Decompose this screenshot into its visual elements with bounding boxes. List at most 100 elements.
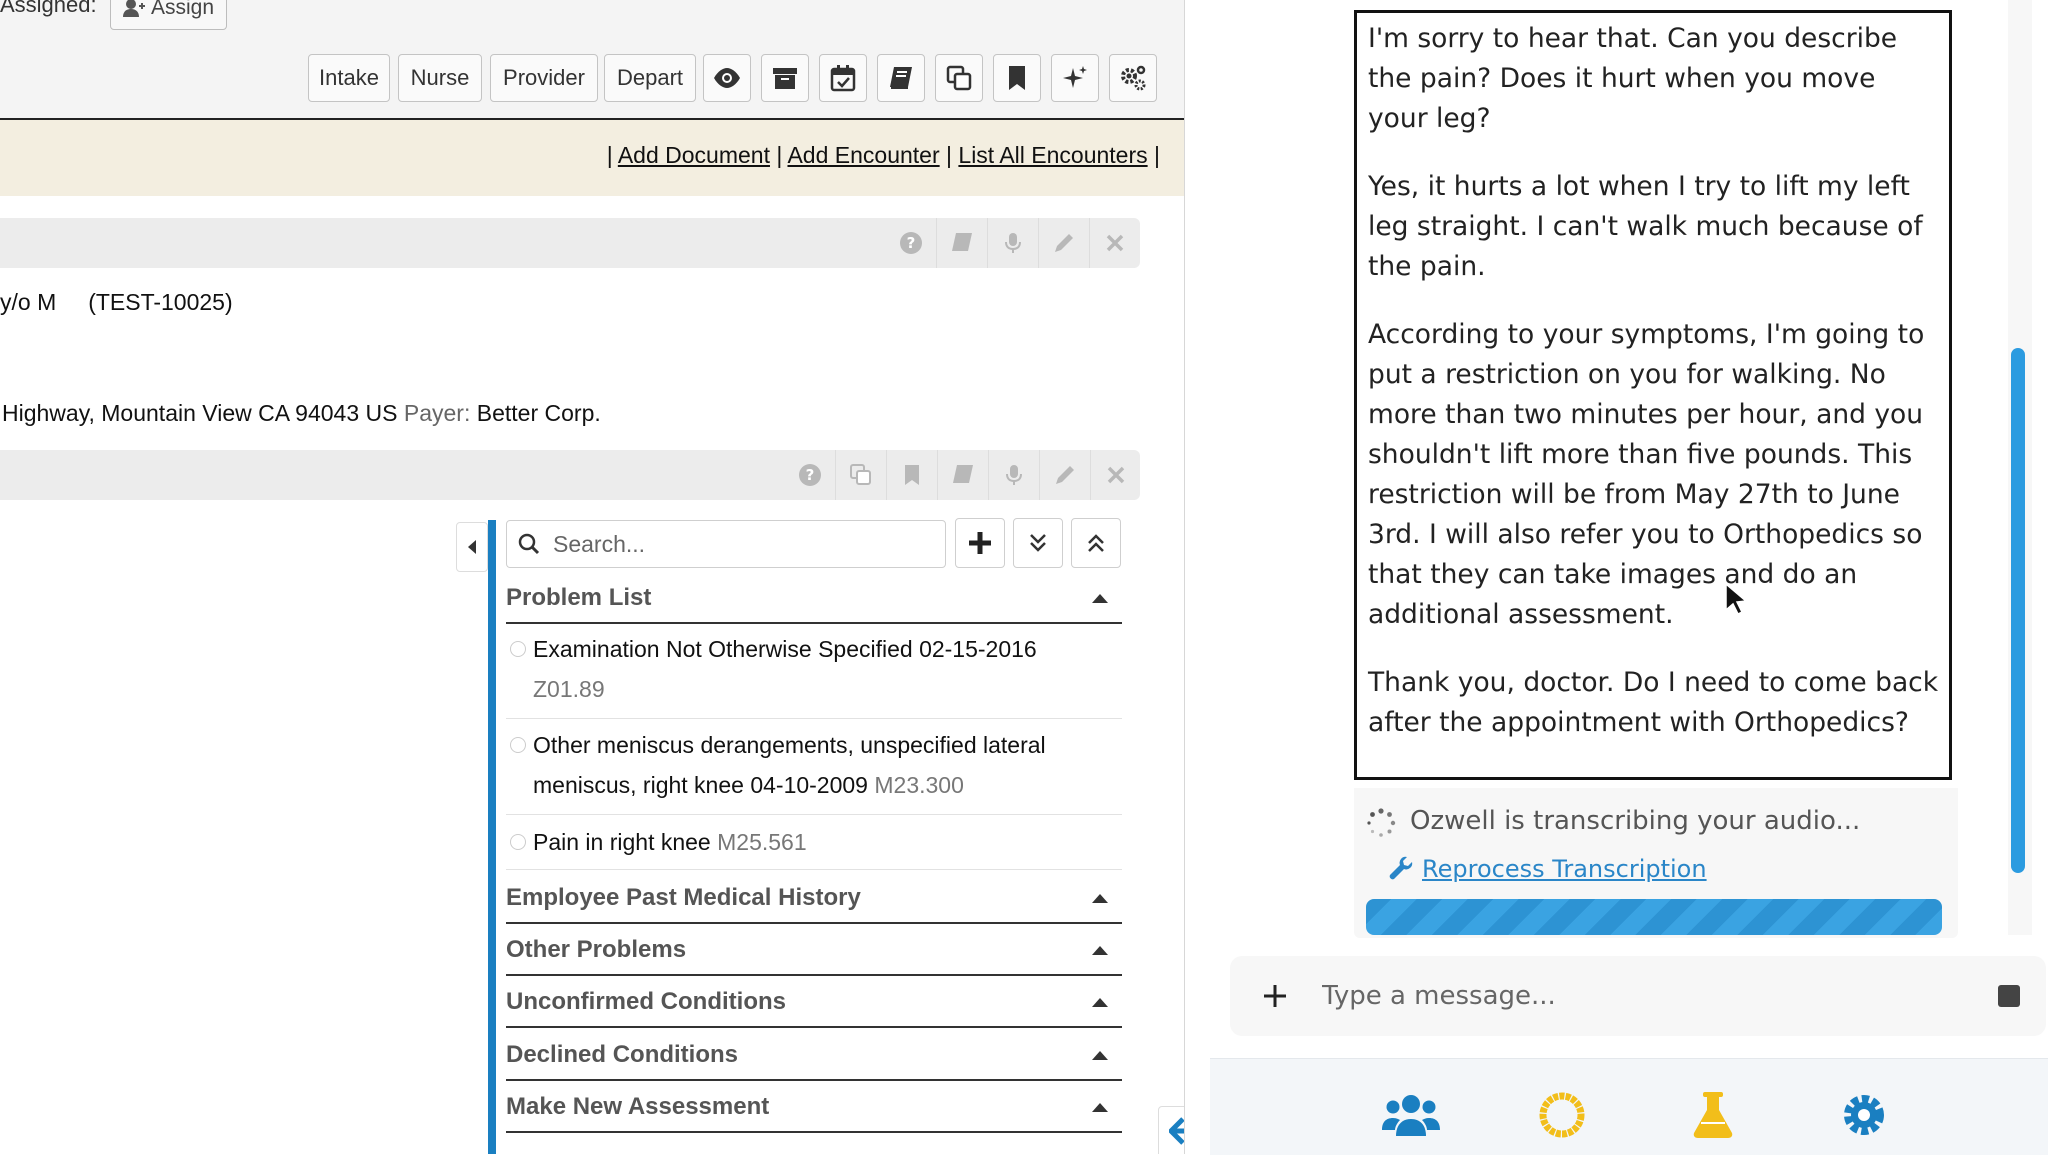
svg-text:?: ? xyxy=(806,466,815,484)
expand-all-button[interactable] xyxy=(1013,518,1063,568)
add-user-icon xyxy=(123,0,145,17)
transcript-line: Yes xyxy=(1368,771,1939,777)
problem-code: Z01.89 xyxy=(533,676,605,702)
settings-button[interactable] xyxy=(1109,54,1157,102)
caret-up-icon xyxy=(1092,1102,1108,1112)
bookmark-button[interactable] xyxy=(993,54,1041,102)
cogs-icon xyxy=(1121,65,1146,91)
intake-button[interactable]: Intake xyxy=(308,54,390,102)
collapse-panel-button[interactable] xyxy=(456,522,488,572)
microphone-icon xyxy=(1005,233,1021,253)
book-button[interactable] xyxy=(938,450,988,500)
problem-list-header[interactable]: Problem List xyxy=(506,574,1122,624)
bookmark-icon xyxy=(905,465,919,485)
panel-accent-bar xyxy=(488,520,496,1154)
book-icon xyxy=(952,233,972,251)
nav-settings-button[interactable] xyxy=(1834,1088,1894,1142)
spinner-icon xyxy=(1367,808,1396,837)
flask-icon xyxy=(1693,1092,1733,1138)
people-icon xyxy=(1382,1095,1440,1136)
provider-button[interactable]: Provider xyxy=(490,54,598,102)
book-icon xyxy=(953,465,973,483)
wrench-icon xyxy=(1389,856,1413,880)
problem-name-cont: meniscus, right knee 04-10-2009 xyxy=(533,772,868,798)
section-title: Declined Conditions xyxy=(506,1041,739,1068)
section-make-new-assessment[interactable]: Make New Assessment xyxy=(506,1083,1122,1133)
bottom-nav xyxy=(1210,1058,2048,1155)
ring-icon xyxy=(1539,1092,1585,1138)
book-button[interactable] xyxy=(937,218,987,268)
list-all-encounters-link[interactable]: List All Encounters xyxy=(958,142,1147,168)
reprocess-transcription: Reprocess Transcription xyxy=(1388,855,1707,883)
gear-icon xyxy=(1844,1095,1884,1135)
section-title: Unconfirmed Conditions xyxy=(506,988,786,1015)
patient-address: Highway, Mountain View CA 94043 US xyxy=(2,400,398,426)
reprocess-transcription-link[interactable]: Reprocess Transcription xyxy=(1422,855,1707,883)
demographics-tools: ? xyxy=(886,218,1140,268)
caret-up-icon xyxy=(1092,945,1108,955)
nav-lab-button[interactable] xyxy=(1683,1088,1743,1142)
problem-search-input[interactable] xyxy=(551,529,935,559)
collapse-all-button[interactable] xyxy=(1071,518,1121,568)
caret-up-icon xyxy=(1092,997,1108,1007)
section-other-problems[interactable]: Other Problems xyxy=(506,926,1122,976)
edit-button[interactable] xyxy=(1040,450,1090,500)
stop-recording-button[interactable] xyxy=(1998,985,2020,1007)
transcript-line: I'm sorry to hear that. Can you describe… xyxy=(1368,23,1898,134)
close-icon xyxy=(1107,466,1125,484)
depart-button[interactable]: Depart xyxy=(604,54,696,102)
add-problem-button[interactable] xyxy=(955,518,1005,568)
section-declined-conditions[interactable]: Declined Conditions xyxy=(506,1031,1122,1081)
problem-code: M25.561 xyxy=(717,829,807,855)
dictate-button[interactable] xyxy=(989,450,1039,500)
eye-icon xyxy=(714,68,740,88)
view-button[interactable] xyxy=(703,54,751,102)
problem-name: Pain in right knee xyxy=(533,829,711,855)
chevrons-down-icon xyxy=(1030,534,1046,552)
bookmark-button[interactable] xyxy=(887,450,937,500)
plus-icon xyxy=(1264,985,1286,1007)
edit-button[interactable] xyxy=(1039,218,1089,268)
encounter-links: | Add Document | Add Encounter | List Al… xyxy=(606,142,1160,168)
chevrons-up-icon xyxy=(1088,534,1104,552)
book-button[interactable] xyxy=(877,54,925,102)
pencil-icon xyxy=(1056,466,1074,484)
transcript-line: Thank you, doctor. Do I need to come bac… xyxy=(1368,667,1939,738)
section-title: Employee Past Medical History xyxy=(506,884,861,911)
toggle-chat-button[interactable] xyxy=(1158,1106,1184,1154)
assign-button[interactable]: Assign xyxy=(110,0,228,30)
attach-button[interactable] xyxy=(1230,956,1320,1036)
copy-button[interactable] xyxy=(836,450,886,500)
close-button[interactable] xyxy=(1090,218,1140,268)
help-button[interactable]: ? xyxy=(886,218,936,268)
message-input[interactable] xyxy=(1320,980,1988,1012)
problem-item[interactable]: Pain in right knee M25.561 xyxy=(506,822,1122,870)
caret-up-icon xyxy=(1092,893,1108,903)
nav-patients-button[interactable] xyxy=(1381,1088,1441,1142)
chat-scrollbar-thumb[interactable] xyxy=(2011,348,2025,873)
close-button[interactable] xyxy=(1091,450,1141,500)
problem-code: M23.300 xyxy=(874,772,964,798)
add-encounter-link[interactable]: Add Encounter xyxy=(787,142,939,168)
ai-button[interactable] xyxy=(1051,54,1099,102)
help-button[interactable]: ? xyxy=(785,450,835,500)
bookmark-icon xyxy=(1009,66,1025,90)
transcription-status: Ozwell is transcribing your audio... xyxy=(1410,806,1861,836)
payer-label: Payer: xyxy=(403,400,471,426)
dictate-button[interactable] xyxy=(988,218,1038,268)
status-dot-icon xyxy=(510,834,526,850)
microphone-icon xyxy=(1006,465,1022,485)
section-employee-pmh[interactable]: Employee Past Medical History xyxy=(506,874,1122,924)
copy-button[interactable] xyxy=(935,54,983,102)
problem-item[interactable]: Other meniscus derangements, unspecified… xyxy=(506,725,1122,815)
nav-status-button[interactable] xyxy=(1532,1088,1592,1142)
status-dot-icon xyxy=(510,737,526,753)
caret-left-icon xyxy=(468,540,476,554)
assign-button-label: Assign xyxy=(151,0,215,19)
problem-item[interactable]: Examination Not Otherwise Specified 02-1… xyxy=(506,629,1122,719)
add-document-link[interactable]: Add Document xyxy=(618,142,770,168)
schedule-button[interactable] xyxy=(819,54,867,102)
nurse-button[interactable]: Nurse xyxy=(398,54,482,102)
archive-button[interactable] xyxy=(761,54,809,102)
section-unconfirmed-conditions[interactable]: Unconfirmed Conditions xyxy=(506,978,1122,1028)
